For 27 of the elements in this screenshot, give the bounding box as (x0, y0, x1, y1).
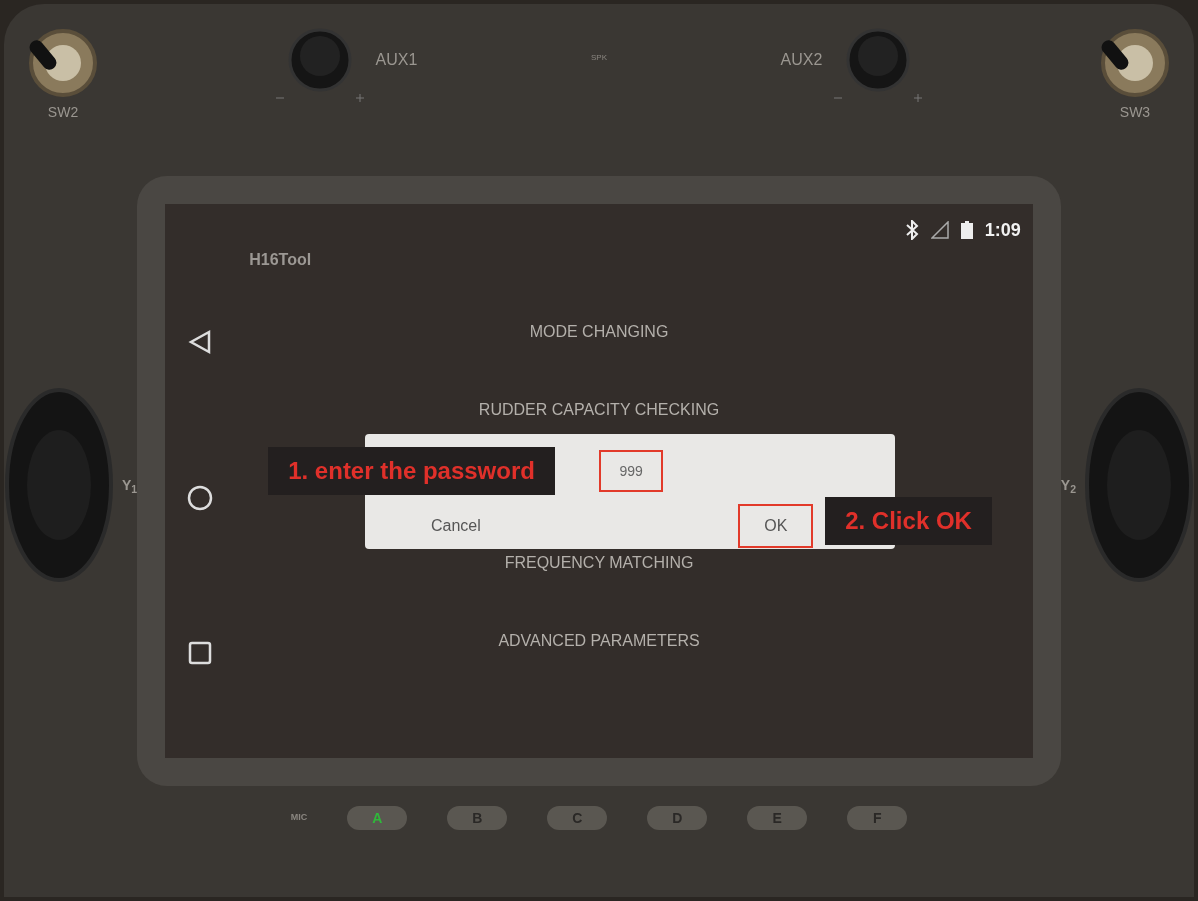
knob-label: AUX2 (780, 50, 823, 70)
signal-icon (930, 221, 949, 239)
status-time: 1:09 (984, 219, 1021, 242)
function-button[interactable]: A (347, 806, 408, 830)
battery-icon (960, 221, 973, 239)
stick-axis-label: Y$_{1}$ (122, 476, 138, 495)
bluetooth-icon (904, 220, 919, 240)
dialog-button[interactable]: OK (738, 504, 814, 548)
toggle-switch-drawing[interactable] (28, 28, 98, 98)
stick-axis-label: Y$_{2}$ (1060, 476, 1076, 495)
speaker-label: SPK (591, 52, 607, 64)
switch-label: SW3 (1119, 103, 1151, 122)
menu-item[interactable]: FREQUENCY MATCHING (504, 551, 694, 575)
dialog-button[interactable]: Cancel (406, 504, 505, 548)
annotation-callout: 1. enter the password (268, 447, 555, 495)
menu-item[interactable]: ADVANCED PARAMETERS (498, 629, 700, 653)
home-icon[interactable] (187, 485, 214, 511)
menu-item[interactable]: MODE CHANGING (529, 320, 669, 344)
toggle-switch-drawing[interactable] (1100, 28, 1170, 98)
mic-label: MIC (290, 811, 308, 825)
menu-item[interactable]: RUDDER CAPACITY CHECKING (478, 398, 720, 422)
recents-icon[interactable] (188, 641, 213, 665)
app-title: H16Tool (249, 250, 312, 270)
password-field[interactable]: 999 (599, 450, 664, 492)
switch-label: SW2 (47, 103, 79, 122)
annotation-callout: 2. Click OK (825, 497, 992, 545)
knob-label: AUX1 (375, 50, 418, 70)
